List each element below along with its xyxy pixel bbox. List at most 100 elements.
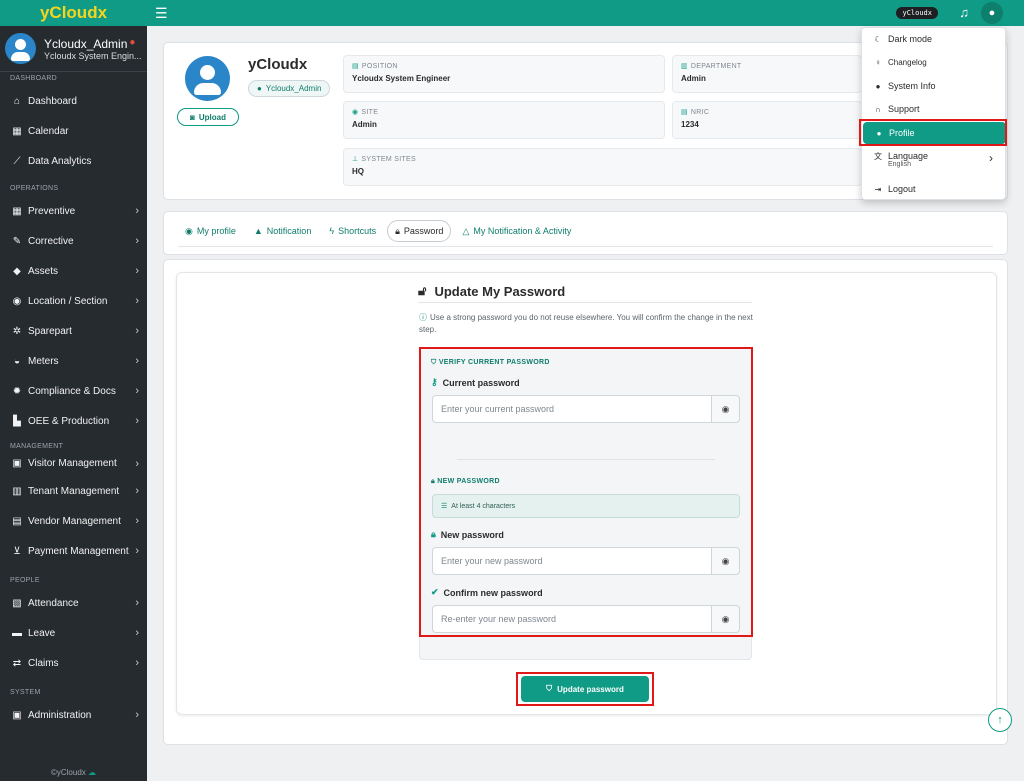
bell-icon[interactable]: ♫ [959, 5, 969, 20]
sidebar-item-label: Administration [28, 709, 92, 721]
bell-outline-icon: △ [462, 225, 470, 236]
confirm-password-input[interactable] [432, 605, 711, 633]
sidebar-item-vendor[interactable]: ▤ Vendor Management › [0, 506, 147, 536]
sidebar-item-attendance[interactable]: ▧ Attendance › [0, 588, 147, 618]
current-password-group: ◉ [432, 395, 740, 423]
sidebar-item-label: Compliance & Docs [28, 385, 116, 397]
new-label-text: New password [440, 529, 504, 540]
form-title-text: Update My Password [434, 283, 566, 299]
sidebar-section-dashboard: DASHBOARD [10, 75, 58, 82]
unlock-icon: 🔓︎ [418, 283, 427, 298]
menu-changelog[interactable]: ♀ Changelog [862, 51, 1007, 73]
sidebar-item-label: OEE & Production [28, 415, 110, 427]
new-password-group: ◉ [432, 547, 740, 575]
sidebar-item-payment[interactable]: ⊻ Payment Management › [0, 536, 147, 566]
camera-icon: ◙ [190, 112, 195, 122]
sidebar-item-corrective[interactable]: ✎ Corrective › [0, 226, 147, 256]
user-icon: ● [257, 84, 262, 93]
menu-logout[interactable]: ⇥ Logout [862, 178, 1007, 200]
sidebar-item-calendar[interactable]: ▦ Calendar [0, 116, 147, 146]
sidebar-item-tenant[interactable]: ▥ Tenant Management › [0, 476, 147, 506]
check-circle-icon: ✔ [431, 587, 439, 597]
sidebar-item-compliance[interactable]: ✹ Compliance & Docs › [0, 376, 147, 406]
building-icon: ▥ [681, 63, 688, 70]
verify-heading-text: VERIFY CURRENT PASSWORD [438, 359, 550, 366]
sidebar-item-visitor[interactable]: ▣ Visitor Management › [0, 451, 147, 476]
sidebar-item-meters[interactable]: ◒ Meters › [0, 346, 147, 376]
menu-dark-mode[interactable]: ☾ Dark mode [862, 28, 1007, 50]
sidebar-item-label: Leave [28, 627, 56, 639]
rule-text: At least 4 characters [451, 502, 516, 510]
eye-icon: ◉ [721, 403, 730, 414]
sidebar-section-system: SYSTEM [10, 689, 41, 696]
sidebar-item-label: Data Analytics [28, 155, 92, 167]
sidebar-item-data-analytics[interactable]: ⟋ Data Analytics [0, 146, 147, 176]
toggle-confirm-visibility[interactable]: ◉ [711, 605, 740, 633]
logout-icon: ⇥ [874, 184, 882, 194]
chevron-right-icon: › [135, 657, 139, 669]
sidebar-item-administration[interactable]: ▣ Administration › [0, 700, 147, 730]
toggle-new-visibility[interactable]: ◉ [711, 547, 740, 575]
info-value: Ycloudx System Engineer [352, 74, 451, 83]
menu-system-info[interactable]: ● System Info [862, 75, 1007, 97]
verify-section-heading: ⛉ VERIFY CURRENT PASSWORD [431, 359, 550, 367]
tab-label: My Notification & Activity [473, 226, 572, 236]
eye-icon: ◉ [721, 555, 730, 566]
menu-language[interactable]: 文 Language English › [862, 147, 1007, 175]
sidebar-item-sparepart[interactable]: ✲ Sparepart › [0, 316, 147, 346]
sidebar-item-claims[interactable]: ⇄ Claims › [0, 648, 147, 678]
info-label: DEPARTMENT [690, 63, 742, 70]
id-card-icon: ▤ [12, 515, 22, 527]
new-heading-text: NEW PASSWORD [437, 478, 500, 485]
tab-password[interactable]: 🔒︎ Password [387, 220, 452, 242]
current-label-text: Current password [442, 377, 520, 388]
username-label: Ycloudx_Admin [265, 84, 322, 93]
cogs-icon: ✲ [12, 325, 22, 337]
toggle-current-visibility[interactable]: ◉ [711, 395, 740, 423]
sidebar-item-label: Assets [28, 265, 59, 277]
certificate-icon: ✹ [12, 385, 22, 397]
sidebar-item-preventive[interactable]: ▦ Preventive › [0, 196, 147, 226]
chevron-right-icon: › [135, 385, 139, 397]
footer-text: ©yCloudx [50, 768, 86, 777]
tab-notification-activity[interactable]: △ My Notification & Activity [455, 220, 578, 242]
user-menu-button[interactable]: ● [981, 2, 1003, 24]
profile-tabs: ◉ My profile ▲ Notification ϟ Shortcuts 🔒︎ P… [178, 220, 578, 242]
sitemap-icon: ⊥ [352, 156, 359, 163]
chevron-right-icon: › [135, 485, 139, 497]
upload-button[interactable]: ◙ Upload [177, 108, 239, 126]
sidebar-item-assets[interactable]: ◆ Assets › [0, 256, 147, 286]
menu-label: Support [888, 104, 920, 114]
sidebar-item-label: Payment Management [28, 545, 129, 557]
info-value: Admin [681, 74, 706, 83]
tab-shortcuts[interactable]: ϟ Shortcuts [322, 220, 383, 242]
calendar-icon: ▦ [12, 125, 22, 137]
menu-profile[interactable]: ● Profile [863, 122, 1006, 144]
current-password-input[interactable] [432, 395, 711, 423]
sidebar-user-card[interactable]: Ycloudx_Admin ● Ycloudx System Engin... [0, 26, 147, 72]
scroll-top-button[interactable]: ↑ [988, 708, 1012, 732]
sidebar-item-leave[interactable]: ▬ Leave › [0, 618, 147, 648]
profile-tabs-card: ◉ My profile ▲ Notification ϟ Shortcuts 🔒︎ P… [163, 211, 1008, 255]
sidebar-item-dashboard[interactable]: ⌂ Dashboard [0, 86, 147, 116]
brand-logo[interactable]: yCloudx [0, 0, 147, 26]
tab-my-profile[interactable]: ◉ My profile [178, 220, 243, 242]
sidebar-item-location[interactable]: ◉ Location / Section › [0, 286, 147, 316]
sidebar-item-label: Attendance [28, 597, 79, 609]
eye-icon: ◉ [721, 613, 730, 624]
new-password-input[interactable] [432, 547, 711, 575]
menu-support[interactable]: ∩ Support [862, 98, 1007, 120]
building-icon: ▥ [12, 485, 22, 497]
title-divider [418, 302, 752, 303]
sidebar-item-oee[interactable]: ▙ OEE & Production › [0, 406, 147, 436]
tab-notification[interactable]: ▲ Notification [247, 220, 318, 242]
sidebar-item-label: Claims [28, 657, 59, 669]
lock-icon: 🔒︎ [395, 225, 400, 236]
briefcase-icon: ▬ [12, 627, 22, 639]
cart-icon: ⊻ [13, 545, 21, 557]
sidebar-user-role: Ycloudx System Engin... [44, 50, 142, 61]
lock-icon: 🔒︎ [431, 529, 436, 539]
update-password-button[interactable]: ⛉ Update password [521, 676, 649, 702]
menu-toggle-icon[interactable]: ☰ [155, 5, 168, 22]
tab-label: Notification [266, 226, 312, 236]
